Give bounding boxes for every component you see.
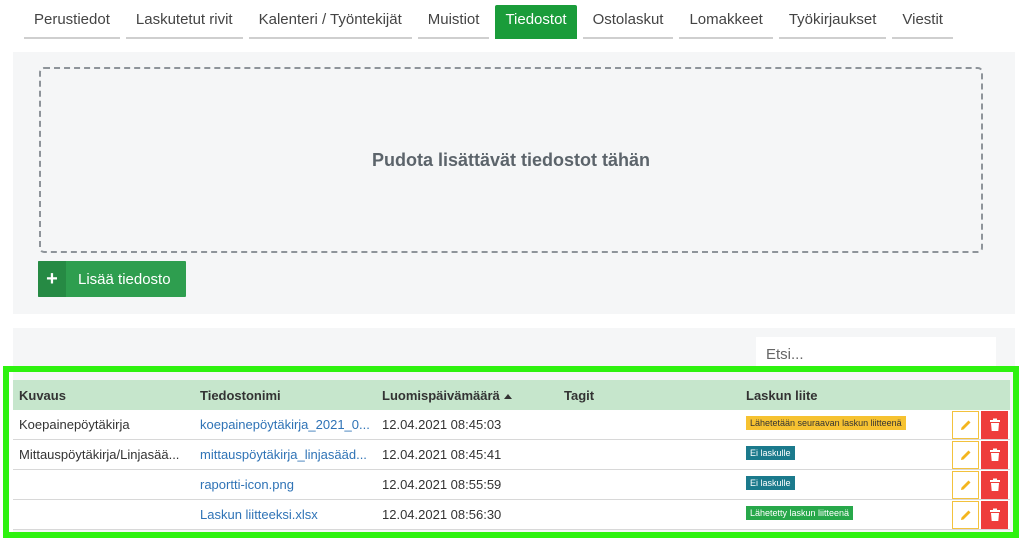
tab-lomakkeet[interactable]: Lomakkeet	[679, 5, 773, 39]
tab-ostolaskut[interactable]: Ostolaskut	[582, 5, 674, 39]
plus-icon: +	[38, 261, 66, 297]
upload-panel: Pudota lisättävät tiedostot tähän + Lisä…	[13, 52, 1015, 314]
tab-laskutetut-rivit[interactable]: Laskutetut rivit	[125, 5, 243, 39]
add-file-label: Lisää tiedosto	[78, 270, 171, 288]
tab-bar: Perustiedot Laskutetut rivit Kalenteri /…	[24, 5, 953, 39]
tab-viestit[interactable]: Viestit	[892, 5, 953, 39]
tab-tyokirjaukset[interactable]: Työkirjaukset	[778, 5, 887, 39]
add-file-button[interactable]: + Lisää tiedosto	[38, 261, 186, 297]
tab-muistiot[interactable]: Muistiot	[417, 5, 490, 39]
tab-tiedostot[interactable]: Tiedostot	[495, 5, 577, 39]
highlight-box	[3, 366, 1019, 538]
file-dropzone[interactable]: Pudota lisättävät tiedostot tähän	[39, 67, 983, 253]
dropzone-text: Pudota lisättävät tiedostot tähän	[371, 149, 651, 170]
tab-perustiedot[interactable]: Perustiedot	[24, 5, 120, 39]
tab-kalenteri[interactable]: Kalenteri / Työntekijät	[248, 5, 412, 39]
